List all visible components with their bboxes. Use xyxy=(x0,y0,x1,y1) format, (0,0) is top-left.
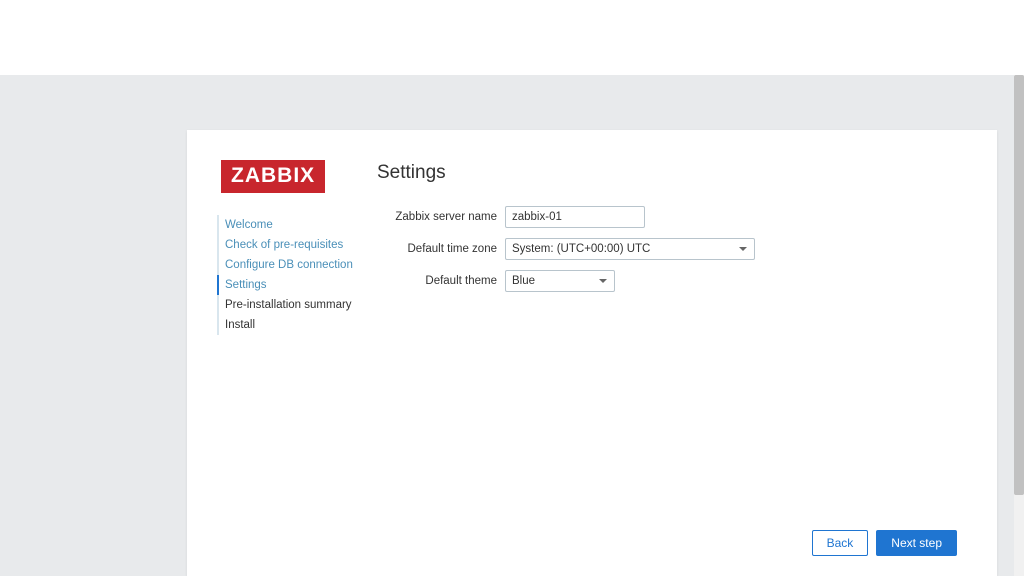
setup-steps-sidebar: Welcome Check of pre-requisites Configur… xyxy=(217,215,367,335)
row-timezone: Default time zone System: (UTC+00:00) UT… xyxy=(377,238,957,260)
step-install[interactable]: Install xyxy=(217,315,367,335)
label-server-name: Zabbix server name xyxy=(377,211,497,223)
step-preinstall-summary[interactable]: Pre-installation summary xyxy=(217,295,367,315)
row-theme: Default theme Blue xyxy=(377,270,957,292)
row-server-name: Zabbix server name xyxy=(377,206,957,228)
step-prerequisites[interactable]: Check of pre-requisites xyxy=(217,235,367,255)
vertical-scrollbar[interactable] xyxy=(1014,75,1024,576)
select-timezone[interactable]: System: (UTC+00:00) UTC xyxy=(505,238,755,260)
footer-buttons: Back Next step xyxy=(812,530,957,556)
step-welcome[interactable]: Welcome xyxy=(217,215,367,235)
zabbix-logo: ZABBIX xyxy=(221,160,325,193)
main-panel: Settings Zabbix server name Default time… xyxy=(377,162,957,302)
label-timezone: Default time zone xyxy=(377,243,497,255)
setup-card: ZABBIX Welcome Check of pre-requisites C… xyxy=(187,130,997,576)
input-server-name[interactable] xyxy=(505,206,645,228)
step-db-connection[interactable]: Configure DB connection xyxy=(217,255,367,275)
scrollbar-thumb[interactable] xyxy=(1014,75,1024,495)
page-title: Settings xyxy=(377,162,957,184)
select-theme[interactable]: Blue xyxy=(505,270,615,292)
back-button[interactable]: Back xyxy=(812,530,869,556)
label-theme: Default theme xyxy=(377,275,497,287)
page-background: ZABBIX Welcome Check of pre-requisites C… xyxy=(0,75,1014,576)
next-step-button[interactable]: Next step xyxy=(876,530,957,556)
step-settings[interactable]: Settings xyxy=(217,275,367,295)
